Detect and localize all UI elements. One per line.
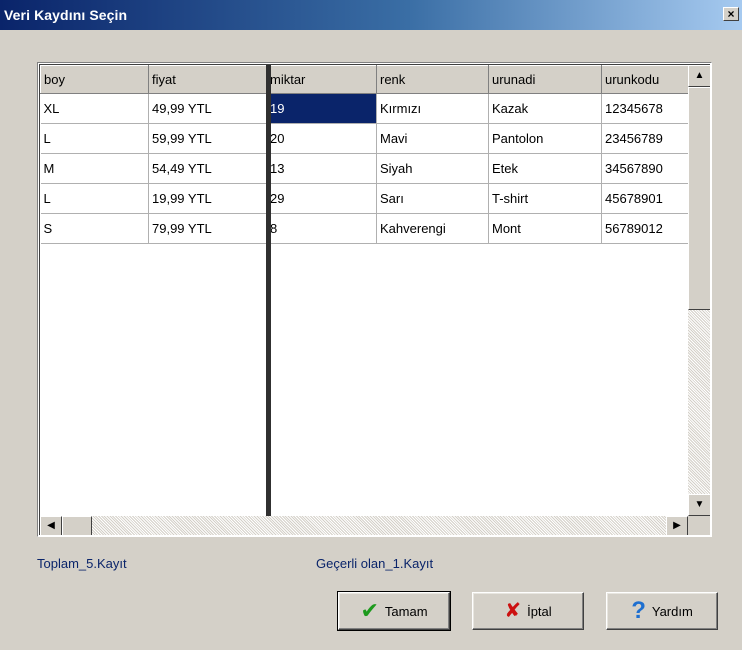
- column-header-renk[interactable]: renk: [376, 65, 489, 94]
- table-cell[interactable]: Pantolon: [488, 123, 602, 154]
- column-header-fiyat[interactable]: fiyat: [148, 65, 267, 94]
- cancel-button-label: İptal: [527, 603, 552, 619]
- window-title: Veri Kaydını Seçin: [4, 7, 128, 23]
- table-cell[interactable]: 56789012: [601, 213, 689, 244]
- table-cell[interactable]: L: [40, 123, 149, 154]
- total-records-label: Toplam_5.Kayıt: [37, 556, 127, 571]
- column-splitter[interactable]: [266, 65, 271, 535]
- table-cell[interactable]: 12345678: [601, 93, 689, 124]
- vertical-scrollbar[interactable]: ▲ ▼: [688, 65, 710, 516]
- table-cell[interactable]: XL: [40, 93, 149, 124]
- vertical-scroll-thumb[interactable]: [688, 87, 710, 310]
- table-cell[interactable]: M: [40, 153, 149, 184]
- column-header-urunkodu[interactable]: urunkodu: [601, 65, 689, 94]
- check-icon: ✔: [360, 598, 379, 623]
- table-cell[interactable]: 20: [266, 123, 377, 154]
- selected-cell[interactable]: 19: [266, 93, 377, 124]
- table-cell[interactable]: 13: [266, 153, 377, 184]
- table-row[interactable]: M 54,49 YTL 13 Siyah Etek 34567890: [40, 153, 689, 184]
- table-row[interactable]: L 19,99 YTL 29 Sarı T-shirt 45678901: [40, 183, 689, 214]
- table-cell[interactable]: Sarı: [376, 183, 489, 214]
- question-icon: ?: [631, 597, 646, 624]
- ok-button-label: Tamam: [384, 603, 428, 619]
- scroll-left-button[interactable]: ◀: [40, 516, 62, 535]
- scrollbar-corner: [688, 516, 710, 535]
- record-table: boy fiyat miktar renk urunadi urunkodu X…: [40, 65, 689, 244]
- close-button[interactable]: ×: [723, 7, 739, 21]
- horizontal-scrollbar[interactable]: ◀ ▶: [40, 516, 688, 535]
- table-cell[interactable]: 45678901: [601, 183, 689, 214]
- table-cell[interactable]: 8: [266, 213, 377, 244]
- table-cell[interactable]: 29: [266, 183, 377, 214]
- table-cell[interactable]: Kahverengi: [376, 213, 489, 244]
- ok-button[interactable]: ✔ Tamam: [337, 591, 451, 631]
- table-cell[interactable]: 19,99 YTL: [148, 183, 267, 214]
- help-button-label: Yardım: [651, 603, 693, 619]
- table-cell[interactable]: Kazak: [488, 93, 602, 124]
- table-cell[interactable]: 54,49 YTL: [148, 153, 267, 184]
- table-row[interactable]: L 59,99 YTL 20 Mavi Pantolon 23456789: [40, 123, 689, 154]
- header-row: boy fiyat miktar renk urunadi urunkodu: [40, 65, 689, 94]
- table-cell[interactable]: L: [40, 183, 149, 214]
- data-grid[interactable]: boy fiyat miktar renk urunadi urunkodu X…: [37, 62, 712, 537]
- table-cell[interactable]: S: [40, 213, 149, 244]
- table-cell[interactable]: 59,99 YTL: [148, 123, 267, 154]
- help-button[interactable]: ? Yardım: [606, 592, 718, 630]
- table-cell[interactable]: Mont: [488, 213, 602, 244]
- current-record-label: Geçerli olan_1.Kayıt: [316, 556, 434, 571]
- horizontal-scroll-thumb[interactable]: [62, 516, 92, 535]
- table-cell[interactable]: Siyah: [376, 153, 489, 184]
- table-cell[interactable]: 34567890: [601, 153, 689, 184]
- table-cell[interactable]: Kırmızı: [376, 93, 489, 124]
- table-cell[interactable]: Mavi: [376, 123, 489, 154]
- table-cell[interactable]: 23456789: [601, 123, 689, 154]
- column-header-miktar[interactable]: miktar: [266, 65, 377, 94]
- table-cell[interactable]: 49,99 YTL: [148, 93, 267, 124]
- column-header-urunadi[interactable]: urunadi: [488, 65, 602, 94]
- table-cell[interactable]: Etek: [488, 153, 602, 184]
- table-row[interactable]: S 79,99 YTL 8 Kahverengi Mont 56789012: [40, 213, 689, 244]
- x-icon: ✘: [504, 600, 522, 622]
- scroll-right-button[interactable]: ▶: [666, 516, 688, 535]
- scroll-up-button[interactable]: ▲: [688, 65, 710, 87]
- table-row[interactable]: XL 49,99 YTL 19 Kırmızı Kazak 12345678: [40, 93, 689, 124]
- title-bar: Veri Kaydını Seçin ×: [0, 0, 742, 30]
- table-cell[interactable]: T-shirt: [488, 183, 602, 214]
- scroll-down-button[interactable]: ▼: [688, 494, 710, 516]
- table-cell[interactable]: 79,99 YTL: [148, 213, 267, 244]
- cancel-button[interactable]: ✘ İptal: [472, 592, 584, 630]
- column-header-boy[interactable]: boy: [40, 65, 149, 94]
